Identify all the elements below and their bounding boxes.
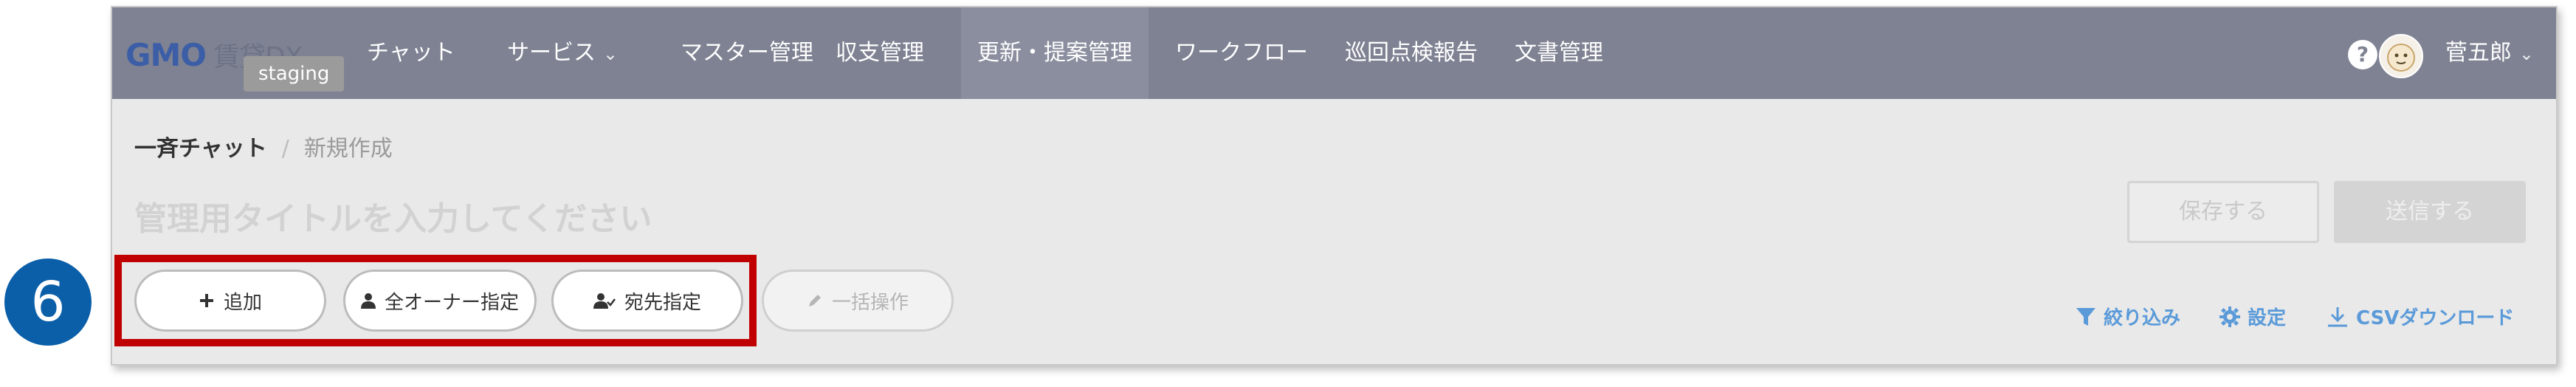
nav-inspection[interactable]: 巡回点検報告	[1345, 7, 1478, 99]
bulk-action-label: 一括操作	[831, 291, 909, 314]
breadcrumb-separator: /	[281, 136, 289, 162]
gear-icon	[2219, 306, 2240, 327]
nav-master[interactable]: マスター管理	[681, 7, 813, 99]
nav-services[interactable]: サービス ⌄	[507, 7, 618, 99]
nav-documents[interactable]: 文書管理	[1515, 7, 1603, 99]
send-button[interactable]: 送信する	[2334, 181, 2526, 243]
download-icon	[2328, 306, 2347, 326]
nav-income-label: 収支管理	[836, 40, 924, 66]
nav-income[interactable]: 収支管理	[836, 7, 924, 99]
nav-inspection-label: 巡回点検報告	[1345, 40, 1478, 66]
chevron-down-icon: ⌄	[603, 44, 619, 64]
help-icon[interactable]: ?	[2348, 40, 2377, 69]
title-input[interactable]: 管理用タイトルを入力してください	[134, 192, 652, 239]
settings-link[interactable]: 設定	[2219, 303, 2286, 330]
csv-download-link[interactable]: CSVダウンロード	[2327, 303, 2514, 330]
filter-icon	[2076, 307, 2095, 326]
chevron-down-icon: ⌄	[2518, 44, 2534, 64]
nav-documents-label: 文書管理	[1515, 40, 1603, 66]
breadcrumb: 一斉チャット / 新規作成	[134, 130, 393, 162]
filter-label: 絞り込み	[2104, 307, 2181, 329]
csv-download-label: CSVダウンロード	[2356, 307, 2515, 329]
settings-label: 設定	[2248, 307, 2287, 329]
avatar[interactable]	[2379, 34, 2423, 78]
highlight-box	[114, 255, 757, 346]
breadcrumb-current: 新規作成	[303, 136, 393, 162]
nav-renewal[interactable]: 更新・提案管理	[961, 7, 1148, 99]
pencil-icon	[808, 295, 821, 306]
env-badge: staging	[244, 56, 345, 92]
filter-link[interactable]: 絞り込み	[2076, 303, 2180, 330]
user-name: 菅五郎	[2445, 40, 2512, 66]
save-button[interactable]: 保存する	[2127, 181, 2319, 243]
logo-gmo: GMO	[125, 37, 207, 73]
bulk-action-button[interactable]: 一括操作	[762, 270, 954, 332]
nav-chat[interactable]: チャット	[367, 7, 455, 99]
top-navbar: GMO賃貸DX staging チャット サービス⌄ マスター管理 収支管理 更…	[112, 7, 2556, 99]
nav-workflow-label: ワークフロー	[1175, 40, 1308, 66]
step-number-badge: 6	[4, 258, 92, 346]
nav-workflow[interactable]: ワークフロー	[1175, 7, 1308, 99]
breadcrumb-parent[interactable]: 一斉チャット	[134, 136, 267, 162]
nav-services-label: サービス	[507, 40, 596, 66]
user-menu[interactable]: 菅五郎 ⌄	[2445, 7, 2534, 99]
nav-master-label: マスター管理	[681, 40, 813, 66]
nav-renewal-label: 更新・提案管理	[977, 40, 1132, 66]
avatar-image	[2387, 44, 2415, 72]
nav-chat-label: チャット	[367, 40, 455, 66]
